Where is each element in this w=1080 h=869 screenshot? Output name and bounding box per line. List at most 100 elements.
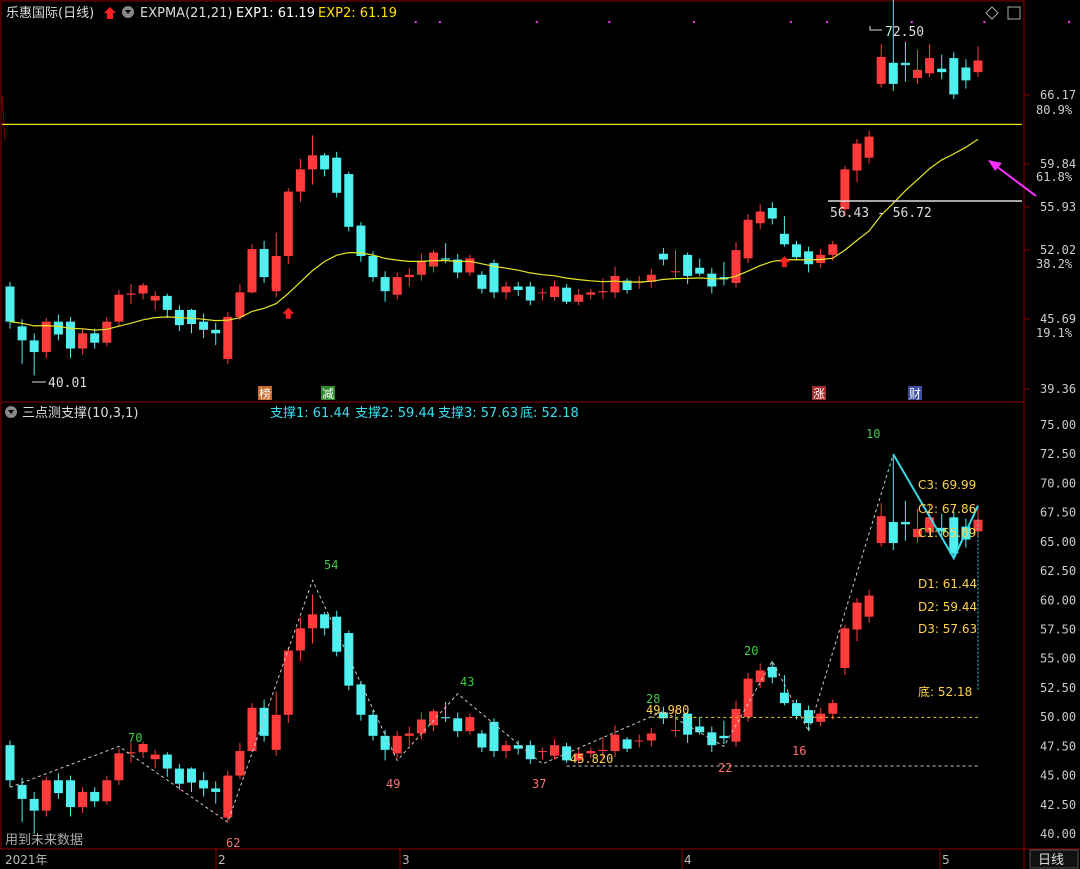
lower-candle xyxy=(550,745,559,756)
upper-axis-tick: 59.84 xyxy=(1040,157,1076,171)
lower-axis-tick: 67.50 xyxy=(1040,506,1076,520)
lower-candle xyxy=(271,714,281,750)
tag-jian[interactable]: 减 xyxy=(322,387,334,401)
lower-candle xyxy=(235,751,245,776)
upper-candle xyxy=(17,326,27,341)
lower-candle xyxy=(174,768,184,784)
d1-label: D1: 61.44 xyxy=(918,577,977,591)
upper-candle xyxy=(743,219,753,259)
pivot-label: 43 xyxy=(460,675,474,689)
lower-candle xyxy=(392,735,402,754)
lower-axis-tick: 70.00 xyxy=(1040,476,1076,490)
range-label: 56.43 - 56.72 xyxy=(830,206,932,221)
upper-candle xyxy=(199,321,209,330)
tag-cai[interactable]: 财 xyxy=(909,387,921,401)
lower-candle xyxy=(537,751,547,753)
upper-candle xyxy=(162,295,172,310)
lower-indicator-name: 三点测支撑(10,3,1) xyxy=(22,406,139,421)
tag-bang[interactable]: 榜 xyxy=(259,386,271,401)
upper-candle xyxy=(344,174,354,227)
upper-candle xyxy=(900,62,910,66)
lower-candle xyxy=(283,650,293,715)
upper-candle xyxy=(574,294,584,302)
upper-candle xyxy=(416,260,426,275)
lower-candle xyxy=(743,678,753,718)
x-axis-label: 5 xyxy=(942,853,950,867)
upper-candle xyxy=(308,155,317,170)
lower-candle xyxy=(828,703,838,714)
d2-label: D2: 59.44 xyxy=(918,600,977,614)
upper-candle xyxy=(90,333,100,343)
upper-candle xyxy=(913,69,922,79)
upper-candle xyxy=(513,286,523,291)
upper-candle xyxy=(187,309,196,324)
x-axis-label: 4 xyxy=(684,853,692,867)
lower-candle xyxy=(779,692,789,704)
lower-candle xyxy=(78,791,88,808)
upper-candle xyxy=(525,286,535,301)
upper-candle xyxy=(562,287,572,302)
upper-candle xyxy=(501,286,511,293)
upper-candle xyxy=(295,169,305,192)
lower-axis-tick: 75.00 xyxy=(1040,418,1076,432)
lower-candle xyxy=(138,744,148,753)
upper-candle xyxy=(792,244,801,258)
lower-candle xyxy=(441,717,451,719)
pivot-label: 20 xyxy=(744,644,758,658)
signal-dot xyxy=(826,21,829,23)
upper-candle xyxy=(332,157,342,193)
upper-candle xyxy=(441,258,451,260)
signal-dot xyxy=(910,21,913,23)
upper-candle xyxy=(429,252,438,267)
upper-candle xyxy=(925,58,935,74)
upper-candle xyxy=(114,294,124,322)
upper-candle xyxy=(610,275,620,293)
lower-axis-tick: 42.50 xyxy=(1040,798,1076,812)
upper-candle xyxy=(755,211,765,224)
upper-candle xyxy=(126,293,136,295)
lower-candle xyxy=(465,717,475,732)
upper-candle xyxy=(138,285,148,294)
pivot-label: 62 xyxy=(226,836,240,850)
lower-candle xyxy=(755,670,765,683)
lower-candle xyxy=(223,775,233,818)
upper-pct-tick: 61.8% xyxy=(1036,170,1073,184)
upper-candle xyxy=(949,58,959,95)
x-axis-label: 2021年 xyxy=(5,853,48,867)
c1-label: C1: 65.89 xyxy=(918,526,976,540)
indicator-name: EXPMA(21,21) xyxy=(140,6,232,21)
pivot-label: 10 xyxy=(866,427,880,441)
lower-candle xyxy=(767,666,777,678)
lower-candle xyxy=(864,595,874,617)
upper-candle xyxy=(271,256,281,292)
pivot-label: 70 xyxy=(128,731,142,745)
stock-chart[interactable]: 乐惠国际(日线) EXPMA(21,21) EXP1: 61.19 EXP2: … xyxy=(0,0,1080,869)
upper-candle xyxy=(283,191,293,257)
lower-candle xyxy=(308,614,317,629)
upper-candle xyxy=(404,274,414,278)
upper-candle xyxy=(876,56,886,84)
lower-axis-tick: 55.00 xyxy=(1040,652,1076,666)
upper-candle xyxy=(102,321,112,343)
upper-axis-tick: 66.17 xyxy=(1040,88,1076,102)
lower-axis-tick: 40.00 xyxy=(1040,827,1076,841)
upper-candle xyxy=(380,277,390,292)
tag-zhang[interactable]: 涨 xyxy=(813,386,825,401)
lower-candle xyxy=(53,780,63,794)
lower-candle xyxy=(5,745,15,781)
lower-candle xyxy=(368,714,378,736)
upper-candle xyxy=(5,286,15,322)
lower-candle xyxy=(41,780,51,811)
period-label[interactable]: 日线 xyxy=(1038,853,1064,868)
lower-candle xyxy=(634,740,644,742)
lower-axis-tick: 47.50 xyxy=(1040,739,1076,753)
upper-candle xyxy=(937,68,947,73)
lower-candle xyxy=(792,703,801,716)
d3-label: D3: 57.63 xyxy=(918,622,977,636)
lower-candle xyxy=(852,602,862,630)
lower-candle xyxy=(29,798,39,811)
lower-candle xyxy=(900,521,910,525)
lower-candle xyxy=(150,754,160,760)
low-label: 40.01 xyxy=(48,376,87,391)
upper-candle xyxy=(66,321,75,349)
